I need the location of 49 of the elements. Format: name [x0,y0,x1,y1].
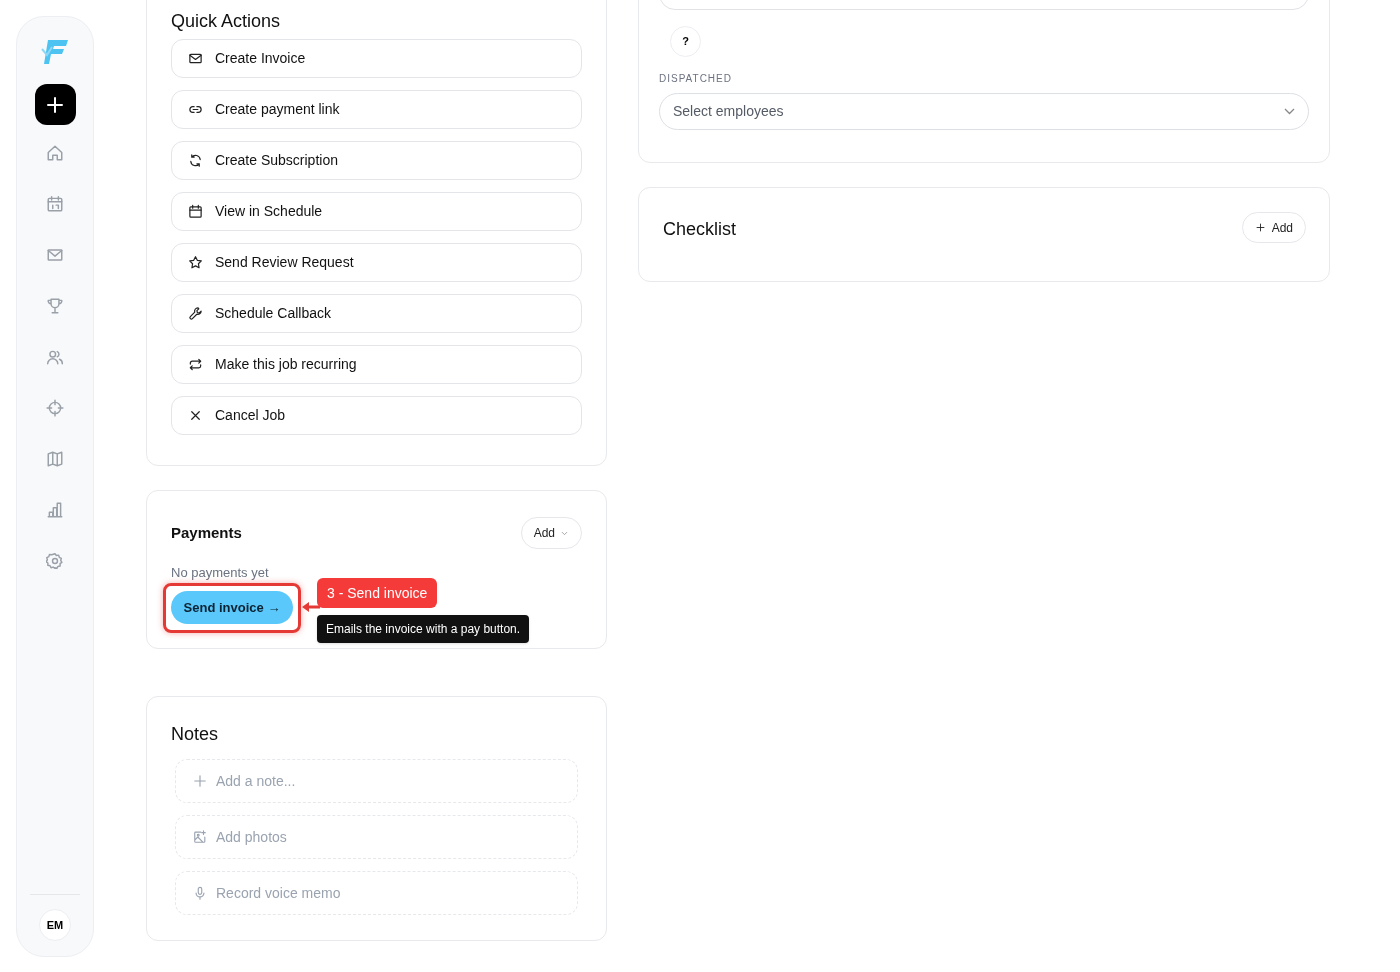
tooltip: Emails the invoice with a pay button. [317,615,530,643]
microphone-icon [193,886,207,900]
nav-button[interactable] [45,500,65,519]
step-label: 3 - Send invoice [317,578,438,608]
quick-action-button[interactable]: Schedule Callback [171,294,582,333]
refresh-icon [188,153,203,168]
settings-icon [46,551,64,570]
repeat-icon [188,357,203,372]
map-icon [46,449,64,468]
nav-button[interactable] [45,143,65,162]
crosshair-icon [46,398,64,417]
card-title: Checklist [663,218,737,241]
nav-button[interactable] [45,449,65,468]
wrench-icon [188,306,203,321]
field-label: DISPATCHED [659,72,733,86]
create-button[interactable] [34,84,76,125]
mail-icon [188,51,203,66]
calendar-icon [188,204,203,219]
nav-button[interactable] [45,194,65,213]
empty-text: No payments yet [171,564,270,582]
quick-action-button[interactable]: Make this job recurring [171,345,582,384]
nav-button[interactable] [45,296,65,315]
trophy-icon [46,296,64,315]
image-add-icon [193,830,207,844]
card-title: Notes [171,723,220,746]
quick-action-button[interactable]: Send Review Request [171,243,582,282]
card-title: Payments [171,522,242,543]
send-invoice-button[interactable]: Send invoice → [171,591,293,624]
user-avatar[interactable]: EM [39,909,71,941]
pointer-arrow [302,602,320,612]
calendar-icon [46,194,64,213]
plus-icon [46,95,64,114]
nav-button[interactable] [45,398,65,417]
home-icon [46,143,64,162]
chevron-down-icon [1284,108,1295,115]
quick-action-button[interactable]: Cancel Job [171,396,582,435]
select-placeholder: Select employees [673,102,784,121]
plus-icon [1254,222,1266,233]
star-icon [188,255,203,270]
quick-action-button[interactable]: View in Schedule [171,192,582,231]
quick-action-button[interactable]: Create Subscription [171,141,582,180]
quick-action-button[interactable]: Create Invoice [171,39,582,78]
logo-icon [40,37,70,67]
close-icon [188,408,203,423]
bar-chart-icon [46,500,64,519]
card-title: Quick Actions [171,10,282,33]
plus-icon [193,774,207,788]
quick-action-button[interactable]: Create payment link [171,90,582,129]
nav-button[interactable] [45,551,65,570]
